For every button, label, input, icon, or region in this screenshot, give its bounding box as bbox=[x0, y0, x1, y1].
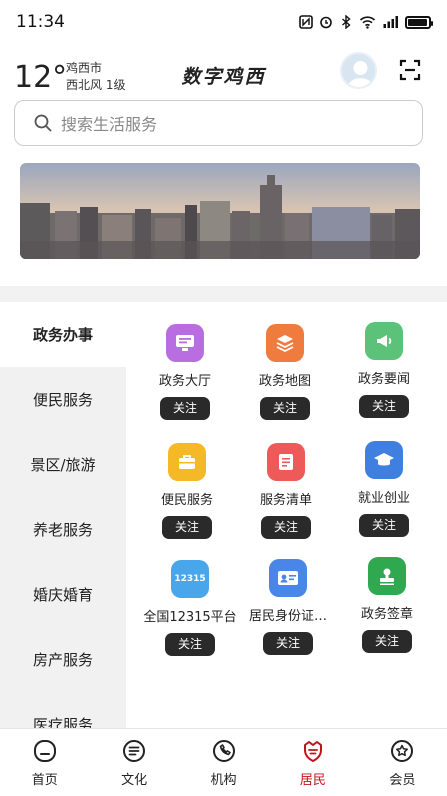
service-tile-news[interactable]: 政务要闻 关注 bbox=[334, 322, 434, 418]
badge-12315-icon: 12315 bbox=[171, 560, 209, 598]
app-title: 数字鸡西 bbox=[181, 66, 266, 88]
sidebar-item-elderly-care[interactable]: 养老服务 bbox=[0, 497, 126, 562]
tab-member[interactable]: 会员 bbox=[358, 729, 447, 796]
sidebar-item-medical[interactable]: 医疗服务 bbox=[0, 692, 126, 728]
header: 12° 鸡西市 西北风 1级 数字鸡西 bbox=[0, 50, 447, 100]
service-tile-list[interactable]: 服务清单 关注 bbox=[236, 443, 336, 539]
tab-label: 居民 bbox=[299, 773, 326, 788]
tab-home[interactable]: 首页 bbox=[0, 729, 89, 796]
service-tile-map[interactable]: 政务地图 关注 bbox=[235, 324, 335, 420]
follow-button[interactable]: 关注 bbox=[359, 395, 409, 418]
service-tile-employment[interactable]: 就业创业 关注 bbox=[334, 441, 434, 537]
service-tile-signature[interactable]: 政务签章 关注 bbox=[337, 557, 437, 653]
sidebar-item-tourism[interactable]: 景区/旅游 bbox=[0, 432, 126, 497]
service-label: 就业创业 bbox=[357, 491, 410, 506]
search-bar[interactable]: 搜索生活服务 bbox=[14, 100, 423, 146]
resident-icon bbox=[303, 741, 322, 762]
scan-icon[interactable] bbox=[398, 58, 422, 82]
tab-label: 会员 bbox=[389, 773, 416, 788]
service-label: 政务地图 bbox=[258, 374, 311, 389]
home-icon bbox=[33, 740, 56, 762]
briefcase-icon bbox=[168, 443, 206, 481]
status-time: 11:34 bbox=[16, 12, 65, 32]
search-icon bbox=[34, 114, 52, 132]
service-label: 便民服务 bbox=[160, 493, 213, 508]
alarm-icon bbox=[320, 16, 332, 29]
service-label: 全国12315平台 bbox=[143, 610, 237, 625]
graduation-cap-icon bbox=[365, 441, 403, 479]
sidebar-item-wedding-birth[interactable]: 婚庆婚育 bbox=[0, 562, 126, 627]
megaphone-icon bbox=[365, 322, 403, 360]
follow-button[interactable]: 关注 bbox=[160, 397, 210, 420]
city-skyline-image bbox=[20, 163, 420, 259]
avatar[interactable] bbox=[340, 52, 377, 89]
nfc-icon bbox=[299, 15, 313, 29]
follow-button[interactable]: 关注 bbox=[263, 632, 313, 655]
tab-label: 机构 bbox=[210, 773, 237, 788]
status-bar: 11:34 bbox=[0, 0, 447, 44]
follow-button[interactable]: 关注 bbox=[362, 630, 412, 653]
tab-culture[interactable]: 文化 bbox=[89, 729, 178, 796]
search-placeholder: 搜索生活服务 bbox=[61, 115, 158, 134]
layers-icon bbox=[266, 324, 304, 362]
bottom-tab-bar: 首页 文化 机构 居民 会员 bbox=[0, 728, 447, 796]
stamp-icon bbox=[368, 557, 406, 595]
service-tile-12315[interactable]: 12315 全国12315平台 关注 bbox=[140, 560, 240, 656]
member-icon bbox=[391, 740, 414, 762]
city-banner[interactable] bbox=[20, 163, 420, 259]
service-label: 居民身份证… bbox=[248, 609, 327, 624]
monitor-icon bbox=[166, 324, 204, 362]
service-label: 政务大厅 bbox=[158, 374, 211, 389]
service-label: 服务清单 bbox=[259, 493, 312, 508]
badge-12315-text: 12315 bbox=[174, 574, 206, 584]
section-divider bbox=[0, 286, 447, 302]
institution-icon bbox=[212, 740, 235, 762]
tab-resident[interactable]: 居民 bbox=[268, 729, 357, 796]
sidebar-item-government[interactable]: 政务办事 bbox=[0, 302, 126, 367]
battery-icon bbox=[405, 15, 433, 29]
service-tile-convenience[interactable]: 便民服务 关注 bbox=[137, 443, 237, 539]
tab-label: 文化 bbox=[121, 773, 148, 788]
service-grid: 政务大厅 关注 政务地图 关注 政务要闻 关注 便民服务 关注 服务清单 关注 … bbox=[126, 302, 447, 728]
follow-button[interactable]: 关注 bbox=[359, 514, 409, 537]
service-tile-hall[interactable]: 政务大厅 关注 bbox=[135, 324, 235, 420]
follow-button[interactable]: 关注 bbox=[165, 633, 215, 656]
tab-label: 首页 bbox=[31, 773, 58, 788]
service-label: 政务要闻 bbox=[357, 372, 410, 387]
signal-icon bbox=[383, 16, 398, 28]
status-icons bbox=[299, 15, 433, 29]
list-icon bbox=[267, 443, 305, 481]
wifi-icon bbox=[359, 16, 376, 29]
id-card-icon bbox=[269, 559, 307, 597]
service-tile-id-card[interactable]: 居民身份证… 关注 bbox=[238, 559, 338, 655]
sidebar-item-real-estate[interactable]: 房产服务 bbox=[0, 627, 126, 692]
tab-institution[interactable]: 机构 bbox=[179, 729, 268, 796]
follow-button[interactable]: 关注 bbox=[261, 516, 311, 539]
bluetooth-icon bbox=[342, 15, 351, 29]
sidebar-item-convenience[interactable]: 便民服务 bbox=[0, 367, 126, 432]
culture-icon bbox=[123, 740, 146, 762]
service-label: 政务签章 bbox=[360, 607, 413, 622]
category-sidebar: 政务办事 便民服务 景区/旅游 养老服务 婚庆婚育 房产服务 医疗服务 bbox=[0, 302, 126, 728]
follow-button[interactable]: 关注 bbox=[162, 516, 212, 539]
follow-button[interactable]: 关注 bbox=[260, 397, 310, 420]
